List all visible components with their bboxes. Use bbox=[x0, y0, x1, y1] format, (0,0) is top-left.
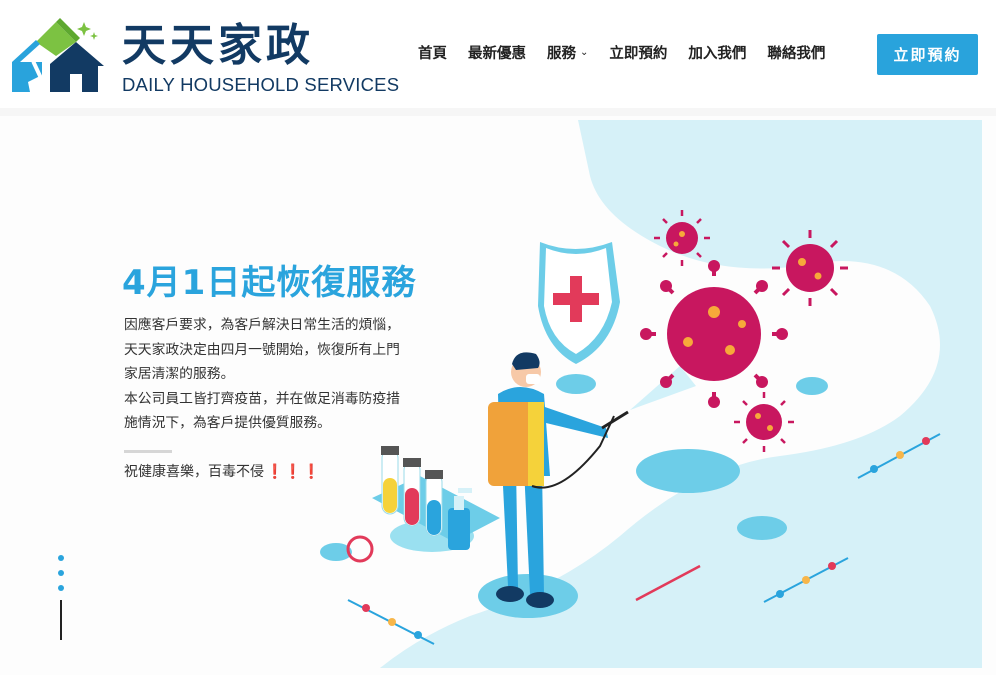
hero-section: 4月1日起恢復服務 因應客戶要求，為客戶解決日常生活的煩惱， 天天家政決定由四月… bbox=[0, 116, 996, 675]
slider-dot[interactable] bbox=[58, 585, 64, 591]
hero-slogan: 祝健康喜樂，百毒不侵 ❗❗❗ bbox=[124, 461, 321, 481]
nav-join-us[interactable]: 加入我們 bbox=[688, 42, 746, 63]
logo-chinese-name: 天天家政 bbox=[122, 20, 314, 71]
slider-pagination bbox=[58, 555, 66, 600]
slider-dot[interactable] bbox=[58, 570, 64, 576]
nav-booking[interactable]: 立即預約 bbox=[609, 42, 667, 63]
chevron-down-icon: ⌄ bbox=[580, 47, 589, 58]
nav-services-label: 服務 bbox=[547, 46, 576, 62]
hero-description-line: 本公司員工皆打齊疫苗，并在做足消毒防疫措 bbox=[124, 390, 400, 407]
nav-home[interactable]: 首頁 bbox=[418, 42, 447, 63]
hero-divider bbox=[124, 450, 172, 453]
nav-promotions[interactable]: 最新優惠 bbox=[468, 42, 526, 63]
nav-promotions-label: 最新優惠 bbox=[468, 46, 526, 62]
hero-description: 因應客戶要求，為客戶解決日常生活的煩惱， 天天家政決定由四月一號開始，恢復所有上… bbox=[124, 313, 454, 436]
site-header: 天天家政 DAILY HOUSEHOLD SERVICES 首頁 最新優惠 服務… bbox=[0, 0, 996, 108]
book-now-button[interactable]: 立即預約 bbox=[877, 34, 978, 75]
nav-join-us-label: 加入我們 bbox=[688, 46, 747, 62]
nav-contact-label: 聯絡我們 bbox=[767, 46, 826, 62]
nav-booking-label: 立即預約 bbox=[609, 46, 668, 62]
slider-active-indicator[interactable] bbox=[60, 600, 62, 640]
exclamation-icon: ❗❗❗ bbox=[266, 464, 322, 480]
header-divider bbox=[0, 108, 996, 116]
slider-dot[interactable] bbox=[58, 555, 64, 561]
hero-description-line: 因應客戶要求，為客戶解決日常生活的煩惱， bbox=[124, 317, 400, 333]
hero-slogan-text: 祝健康喜樂，百毒不侵 bbox=[124, 464, 264, 480]
main-nav: 首頁 最新優惠 服務 ⌄ 立即預約 加入我們 聯絡我們 bbox=[418, 42, 846, 63]
logo-english-name: DAILY HOUSEHOLD SERVICES bbox=[122, 74, 400, 95]
logo[interactable]: 天天家政 DAILY HOUSEHOLD SERVICES bbox=[10, 16, 399, 96]
house-logo-icon bbox=[12, 18, 104, 92]
nav-contact[interactable]: 聯絡我們 bbox=[767, 42, 825, 63]
hero-description-line: 天天家政決定由四月一號開始，恢復所有上門 bbox=[124, 341, 400, 358]
nav-home-label: 首頁 bbox=[418, 46, 447, 62]
nav-services[interactable]: 服務 ⌄ bbox=[547, 42, 588, 63]
hero-description-line: 家居清潔的服務。 bbox=[124, 366, 235, 382]
hero-title: 4月1日起恢復服務 bbox=[122, 263, 417, 303]
hero-description-line: 施情況下，為客戶提供優質服務。 bbox=[124, 415, 331, 431]
